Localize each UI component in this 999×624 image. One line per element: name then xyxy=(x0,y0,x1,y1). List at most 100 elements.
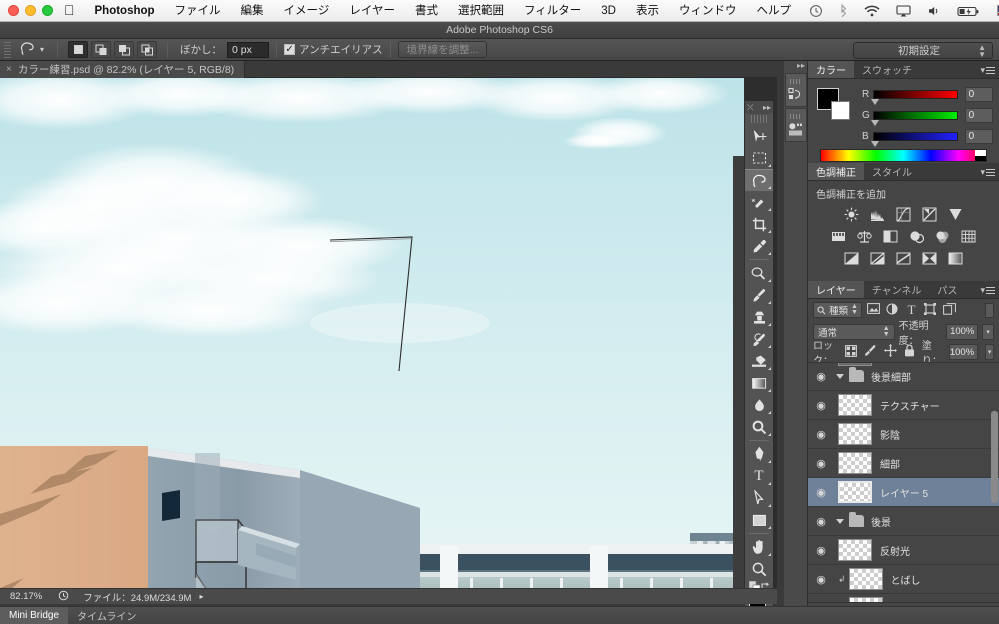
tool-rectangle-tool[interactable] xyxy=(745,509,773,531)
menu-select[interactable]: 選択範囲 xyxy=(448,0,514,22)
table-row[interactable]: ◉ ↳ とばし xyxy=(808,565,999,594)
tool-crop-tool[interactable] xyxy=(745,213,773,235)
blue-slider[interactable] xyxy=(871,131,958,147)
antialias-checkbox[interactable]: ✓ アンチエイリアス xyxy=(284,42,383,57)
red-slider[interactable] xyxy=(871,89,958,105)
options-bar-grip[interactable] xyxy=(4,41,11,58)
layer-thumbnail[interactable] xyxy=(838,452,872,474)
table-row[interactable]: ◉ テクスチャー xyxy=(808,391,999,420)
volume-icon[interactable] xyxy=(919,4,949,18)
apple-logo-icon[interactable]:  xyxy=(62,3,85,19)
layer-visibility-toggle[interactable]: ◉ xyxy=(808,399,834,412)
menu-photoshop[interactable]: Photoshop xyxy=(85,0,165,22)
artwork-image[interactable] xyxy=(0,78,744,588)
layer-filter-toggle[interactable] xyxy=(985,302,994,318)
hue-saturation-icon[interactable] xyxy=(830,229,847,244)
green-slider[interactable] xyxy=(871,110,958,126)
tool-spot-healing-brush-tool[interactable] xyxy=(745,262,773,284)
feather-input[interactable]: 0 px xyxy=(227,41,270,58)
table-row[interactable]: ◉ 後景 xyxy=(808,507,999,536)
menu-layer[interactable]: レイヤー xyxy=(339,0,405,22)
color-panel-swatches[interactable] xyxy=(817,88,851,120)
gradient-map-icon[interactable] xyxy=(947,251,964,266)
bluetooth-icon[interactable] xyxy=(831,3,856,18)
opacity-input[interactable]: 100% xyxy=(946,323,979,340)
tool-quick-selection-tool[interactable] xyxy=(745,191,773,213)
layer-name[interactable]: とばし xyxy=(891,572,921,587)
status-expand-arrow-icon[interactable]: ▸ xyxy=(199,592,203,601)
invert-icon[interactable] xyxy=(843,251,860,266)
document-tab[interactable]: × カラー練習.psd @ 82.2% (レイヤー 5, RGB/8) xyxy=(0,60,246,78)
tab-swatches[interactable]: スウォッチ xyxy=(854,61,920,78)
color-panel-menu-icon[interactable]: ▾ xyxy=(980,65,995,76)
layer-thumbnail[interactable] xyxy=(838,423,872,445)
tool-rectangular-marquee-tool[interactable] xyxy=(745,147,773,169)
menu-type[interactable]: 書式 xyxy=(405,0,448,22)
lock-all-icon[interactable] xyxy=(904,344,915,360)
fill-input[interactable]: 100% xyxy=(948,344,979,360)
black-white-icon[interactable] xyxy=(882,229,899,244)
layer-visibility-toggle[interactable]: ◉ xyxy=(808,544,834,557)
expand-panels-icon[interactable]: ▸▸ xyxy=(784,61,807,72)
adjustment-filter-icon[interactable] xyxy=(885,302,900,318)
menu-help[interactable]: ヘルプ xyxy=(746,0,801,22)
layer-visibility-toggle[interactable]: ◉ xyxy=(808,428,834,441)
menu-file[interactable]: ファイル xyxy=(165,0,231,22)
red-value-input[interactable]: 0 xyxy=(964,86,994,102)
battery-charging-icon[interactable] xyxy=(949,4,989,18)
layer-thumbnail[interactable] xyxy=(838,539,872,561)
input-source-flag[interactable] xyxy=(989,5,999,16)
tab-adjustments[interactable]: 色調補正 xyxy=(808,163,864,180)
tab-layers[interactable]: レイヤー xyxy=(808,281,864,298)
tool-clone-stamp-tool[interactable] xyxy=(745,306,773,328)
add-to-selection-button[interactable] xyxy=(91,41,112,58)
channel-mixer-icon[interactable] xyxy=(934,229,951,244)
menu-image[interactable]: イメージ xyxy=(274,0,340,22)
tool-horizontal-type-tool[interactable]: T xyxy=(745,465,773,487)
tool-pen-tool[interactable] xyxy=(745,443,773,465)
history-panel-icon[interactable] xyxy=(784,73,807,107)
tool-brush-tool[interactable] xyxy=(745,284,773,306)
tool-path-selection-tool[interactable] xyxy=(745,487,773,509)
layer-visibility-toggle[interactable]: ◉ xyxy=(808,486,834,499)
threshold-icon[interactable] xyxy=(895,251,912,266)
tab-channels[interactable]: チャンネル xyxy=(864,281,930,298)
adjustments-panel-menu-icon[interactable]: ▾ xyxy=(980,167,995,178)
close-window-button[interactable] xyxy=(8,5,19,16)
layer-list[interactable]: ◉ 前景室 ◉ 後景細部 ◉ テクスチャー ◉ 影陰 xyxy=(808,362,999,607)
tool-hand-tool[interactable] xyxy=(745,536,773,558)
lock-position-icon[interactable] xyxy=(883,344,897,360)
layer-name[interactable]: 反射光 xyxy=(880,543,910,558)
zoom-level-input[interactable]: 82.17% xyxy=(0,591,52,602)
zoom-window-button[interactable] xyxy=(42,5,53,16)
curves-icon[interactable] xyxy=(895,207,912,222)
wifi-icon[interactable] xyxy=(856,4,888,18)
table-row[interactable]: ◉ 影陰 xyxy=(808,420,999,449)
tool-preset-chevron-icon[interactable]: ▾ xyxy=(40,45,50,54)
layer-thumbnail[interactable] xyxy=(848,568,883,590)
tool-eyedropper-tool[interactable] xyxy=(745,235,773,257)
tool-dodge-tool[interactable] xyxy=(745,416,773,438)
tool-eraser-tool[interactable] xyxy=(745,350,773,372)
close-document-icon[interactable]: × xyxy=(6,64,12,75)
green-value-input[interactable]: 0 xyxy=(964,107,994,123)
smartobject-filter-icon[interactable] xyxy=(942,302,957,318)
lasso-tool-icon[interactable] xyxy=(16,40,40,59)
group-disclosure-triangle-icon[interactable] xyxy=(836,373,844,379)
window-traffic-lights[interactable] xyxy=(0,5,62,16)
color-balance-icon[interactable] xyxy=(856,229,873,244)
tab-timeline[interactable]: タイムライン xyxy=(68,607,145,624)
menu-3d[interactable]: 3D xyxy=(591,0,626,22)
tab-mini-bridge[interactable]: Mini Bridge xyxy=(0,607,69,624)
menu-filter[interactable]: フィルター xyxy=(514,0,591,22)
time-machine-icon[interactable] xyxy=(801,4,831,18)
tab-styles[interactable]: スタイル xyxy=(864,163,920,180)
opacity-stepper-icon[interactable]: ▾ xyxy=(982,323,994,340)
tool-history-brush-tool[interactable] xyxy=(745,328,773,350)
canvas-vertical-scrollbar[interactable] xyxy=(733,156,744,588)
layer-list-scrollbar[interactable] xyxy=(991,411,998,503)
subtract-from-selection-button[interactable] xyxy=(114,41,135,58)
tools-expand-icon[interactable]: ▸▸ xyxy=(763,103,771,112)
tools-collapse-icon[interactable]: ⤬ xyxy=(747,103,753,113)
minimize-window-button[interactable] xyxy=(25,5,36,16)
